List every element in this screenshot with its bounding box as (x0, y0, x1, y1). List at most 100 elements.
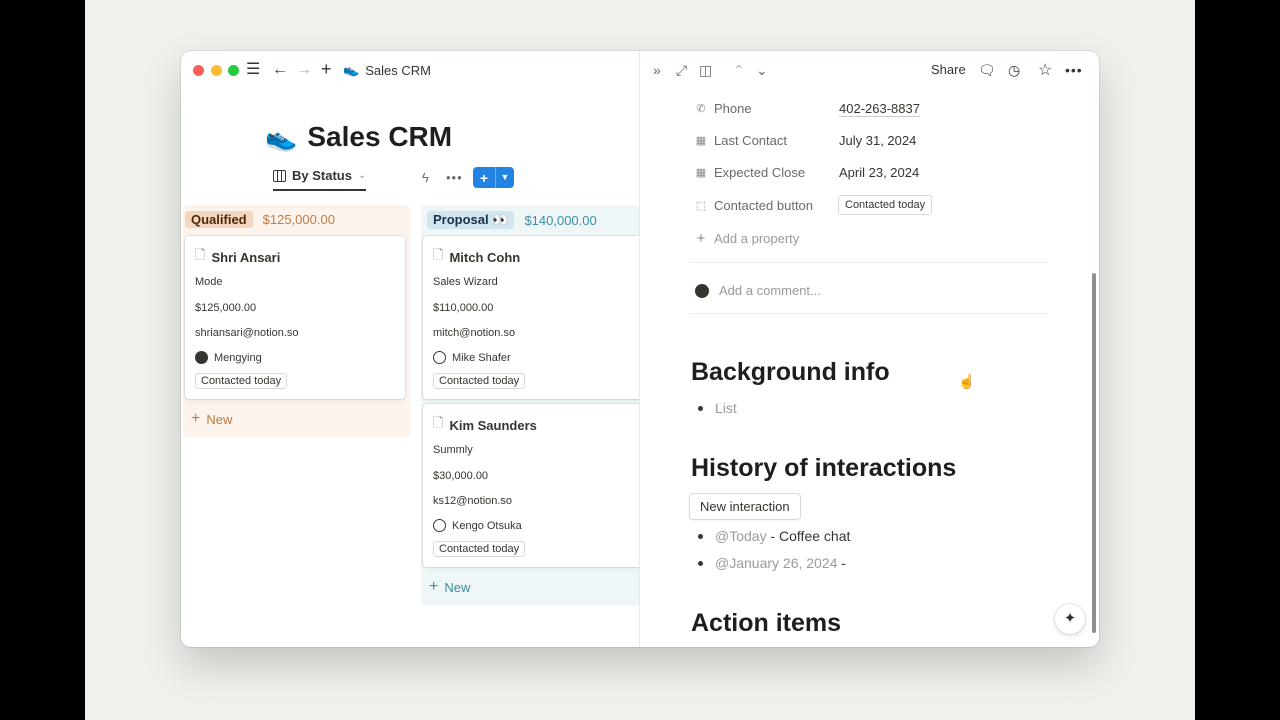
history-clock-icon[interactable]: ◷ (1008, 62, 1020, 79)
sparkle-icon: ✦ (1063, 610, 1077, 627)
avatar (195, 351, 208, 364)
property-phone-value[interactable]: 402-263-8837 (839, 101, 920, 117)
new-page-plus-icon[interactable]: + (321, 59, 332, 79)
add-card-button[interactable]: + New (191, 410, 232, 428)
page-emoji-icon: 👟 (343, 62, 360, 77)
card-value: $125,000.00 (195, 302, 257, 314)
document-icon: 🗋 (433, 247, 444, 262)
card-email: ks12@notion.so (433, 495, 513, 507)
menu-icon[interactable]: ☰ (246, 60, 260, 80)
card-title: 🗋 Mitch Cohn (433, 246, 520, 268)
property-contacted-button-value[interactable]: Contacted today (838, 195, 933, 215)
board-column-qualified: Qualified $125,000.00 🗋 Shri Ansari Mode… (183, 205, 410, 437)
chevron-down-icon[interactable]: ▼ (495, 167, 514, 188)
crm-card[interactable]: 🗋 Kim Saunders Summly $30,000.00 ks12@no… (423, 404, 639, 567)
date-mention[interactable]: @January 26, 2024 (715, 555, 837, 571)
maximize-window-button[interactable] (228, 65, 239, 76)
chevron-down-icon[interactable]: ⌄ (756, 62, 768, 79)
bullet-dot (698, 405, 703, 411)
card-company: Summly (433, 444, 473, 456)
favorite-star-icon[interactable]: ☆ (1038, 60, 1052, 80)
comment-placeholder: Add a comment... (719, 283, 821, 298)
share-button[interactable]: Share (931, 62, 966, 77)
avatar (433, 351, 446, 364)
card-name: Kim Saunders (449, 417, 537, 433)
card-status: Contacted today (433, 373, 526, 389)
page-title-text[interactable]: Sales CRM (307, 121, 452, 153)
forward-arrow-icon[interactable]: → (296, 60, 312, 80)
heading-background-info[interactable]: Background info (691, 358, 890, 387)
list-item-text: @Today - Coffee chat (715, 528, 851, 544)
app-window: ☰ ← → + 👟 Sales CRM 👟 Sales CRM By Statu… (181, 51, 1099, 647)
bullet-dot (698, 560, 703, 566)
list-item[interactable]: @January 26, 2024 - (698, 555, 846, 571)
list-item[interactable]: List (698, 400, 737, 416)
divider (690, 313, 1048, 314)
more-options-icon[interactable]: ••• (446, 170, 463, 185)
card-company: Sales Wizard (433, 276, 498, 288)
plus-icon: + (479, 169, 489, 186)
plus-icon: + (696, 230, 706, 247)
add-property-button[interactable]: + Add a property (695, 230, 800, 247)
comments-icon[interactable]: 🗨 (978, 62, 996, 79)
board-column-proposal: Proposal 👀 $140,000.00 🗋 Mitch Cohn Sale… (421, 205, 639, 605)
page-emoji-icon: 👟 (265, 121, 298, 152)
breadcrumb[interactable]: 👟 Sales CRM (343, 62, 431, 78)
view-tab-by-status[interactable]: By Status ⌄ (273, 168, 367, 191)
crm-card[interactable]: 🗋 Shri Ansari Mode $125,000.00 shriansar… (185, 236, 405, 399)
heading-history[interactable]: History of interactions (691, 454, 956, 483)
add-card-button[interactable]: + New (429, 578, 470, 596)
contacted-today-button[interactable]: Contacted today (838, 195, 933, 215)
contacted-tag: Contacted today (433, 373, 526, 389)
phone-icon: ✆ (696, 103, 706, 115)
back-arrow-icon[interactable]: ← (272, 60, 288, 80)
card-owner: Mike Shafer (433, 351, 511, 364)
close-window-button[interactable] (193, 65, 204, 76)
expand-icon[interactable]: ⤢ (676, 62, 687, 79)
property-expected-close-label: ▦ Expected Close (695, 165, 806, 180)
comment-input[interactable]: Add a comment... (695, 283, 821, 298)
board-pane: ☰ ← → + 👟 Sales CRM 👟 Sales CRM By Statu… (181, 51, 639, 647)
date-mention[interactable]: @Today (715, 528, 767, 544)
property-expected-close-value[interactable]: April 23, 2024 (839, 165, 919, 180)
calendar-icon: ▦ (695, 167, 707, 179)
list-item[interactable]: @Today - Coffee chat (698, 528, 850, 544)
status-tag[interactable]: Proposal 👀 (427, 211, 515, 229)
column-total: $125,000.00 (262, 212, 335, 227)
column-total: $140,000.00 (524, 212, 597, 228)
more-options-icon[interactable]: ••• (1065, 62, 1083, 78)
pointer-hand-icon: ☝ (958, 373, 976, 389)
crm-card[interactable]: 🗋 Mitch Cohn Sales Wizard $110,000.00 mi… (423, 236, 639, 399)
status-tag[interactable]: Qualified (185, 211, 253, 228)
side-peek-icon[interactable]: ◫ (699, 62, 712, 79)
heading-action-items[interactable]: Action items (691, 609, 841, 638)
close-peek-icon[interactable]: » (653, 62, 661, 78)
property-phone-label: ✆ Phone (696, 101, 752, 116)
divider (690, 262, 1048, 263)
card-name: Mitch Cohn (449, 249, 521, 265)
card-company: Mode (195, 276, 223, 288)
card-title: 🗋 Shri Ansari (195, 246, 280, 268)
ai-sparkle-button[interactable]: ✦ (1055, 604, 1085, 634)
property-contacted-button-label: ⬚ Contacted button (695, 198, 814, 213)
avatar (433, 519, 446, 532)
plus-icon: + (191, 410, 201, 427)
new-interaction-button[interactable]: New interaction (689, 493, 801, 520)
property-last-contact-label: ▦ Last Contact (695, 133, 787, 148)
owner-name: Mengying (214, 351, 262, 364)
plus-icon: + (429, 578, 439, 595)
minimize-window-button[interactable] (211, 65, 222, 76)
card-title: 🗋 Kim Saunders (433, 414, 537, 436)
chevron-up-icon[interactable]: ⌃ (733, 62, 745, 79)
contacted-tag: Contacted today (195, 373, 288, 389)
view-tab-label: By Status (292, 168, 352, 183)
document-icon: 🗋 (195, 247, 206, 262)
new-record-button[interactable]: + ▼ (473, 167, 514, 188)
scrollbar[interactable] (1092, 273, 1096, 633)
automation-bolt-icon[interactable]: ϟ (422, 170, 429, 185)
avatar (695, 283, 709, 298)
owner-name: Kengo Otsuka (452, 519, 522, 532)
property-last-contact-value[interactable]: July 31, 2024 (839, 133, 916, 148)
calendar-icon: ▦ (695, 135, 707, 147)
bullet-dot (698, 533, 703, 539)
